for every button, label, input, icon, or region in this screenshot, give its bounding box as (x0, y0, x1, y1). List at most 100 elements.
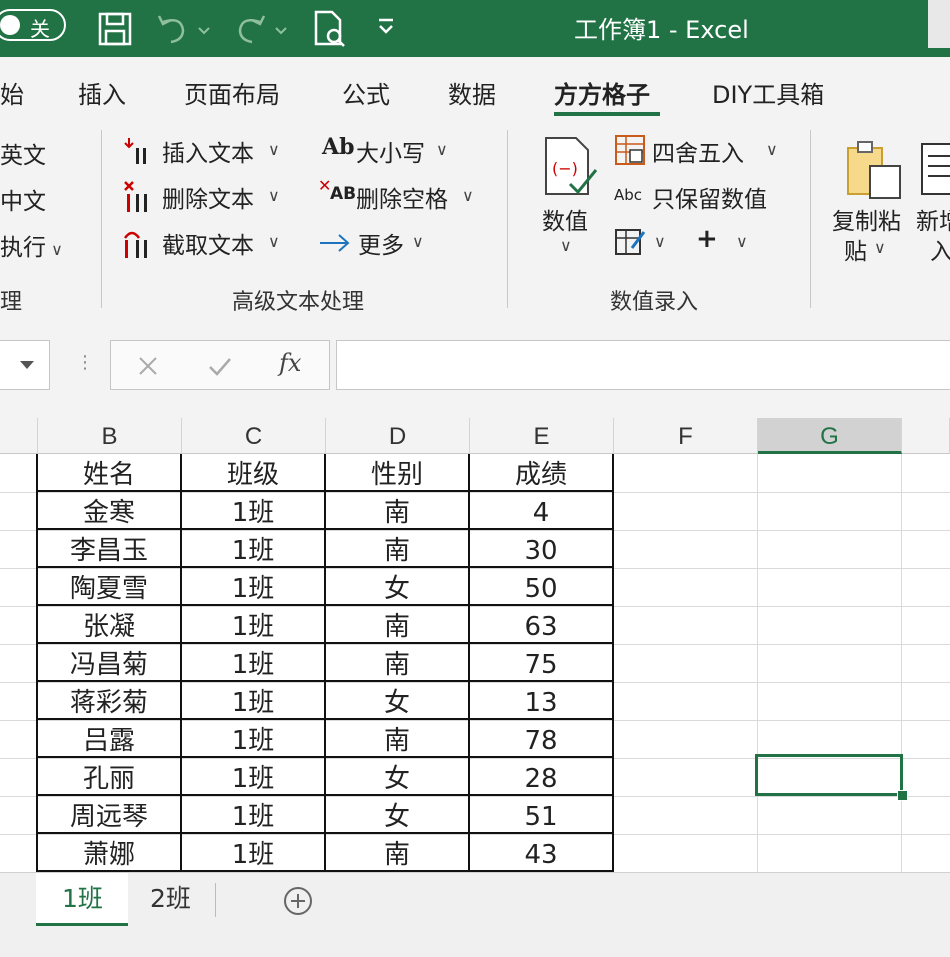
table-cell[interactable]: 南 (326, 644, 468, 682)
new-button[interactable]: 新增 入 (914, 136, 950, 286)
window-title: 工作簿1 - Excel (574, 16, 749, 44)
table-cell[interactable]: 金寒 (38, 492, 180, 530)
cancel-icon[interactable] (137, 355, 159, 377)
value-label: 数值 (542, 209, 588, 235)
table-cell[interactable]: 4 (470, 492, 612, 530)
chevron-down-icon: ∨ (736, 232, 748, 251)
table-cell[interactable]: 女 (326, 796, 468, 834)
group-divider (101, 130, 102, 308)
sheet-tab-1[interactable]: 1班 (36, 873, 128, 926)
tab-formulas[interactable]: 公式 (342, 75, 390, 110)
table-cell[interactable]: 63 (470, 606, 612, 644)
column-header-g[interactable]: G (758, 418, 902, 454)
formula-input[interactable] (336, 340, 950, 390)
value-button[interactable]: (−) 数值 ∨ (538, 134, 600, 274)
table-cell[interactable]: 冯昌菊 (38, 644, 180, 682)
table-header-cell[interactable]: 班级 (182, 454, 324, 492)
tab-page-layout[interactable]: 页面布局 (184, 75, 280, 110)
redo-icon[interactable] (232, 12, 292, 46)
document-icon (921, 143, 950, 195)
autosave-toggle[interactable]: 关 (0, 9, 66, 41)
table-cell[interactable]: 李昌玉 (38, 530, 180, 568)
table-cell[interactable]: 75 (470, 644, 612, 682)
account-area[interactable] (928, 0, 950, 48)
add-sheet-icon[interactable] (282, 885, 314, 917)
table-cell[interactable]: 13 (470, 682, 612, 720)
ribbon-body: 英文 中文 执行 ∨ 理 插入文本 ∨ 删除文本 ∨ 截取文本 ∨ Ab 大小写… (0, 120, 950, 319)
table-cell[interactable]: 女 (326, 758, 468, 796)
column-header-d[interactable]: D (326, 418, 470, 454)
table-cell[interactable]: 1班 (182, 796, 324, 834)
column-header-h[interactable] (902, 418, 950, 454)
tab-diy-toolbox[interactable]: DIY工具箱 (712, 75, 824, 110)
column-header-b[interactable]: B (38, 418, 182, 454)
table-cell[interactable]: 78 (470, 720, 612, 758)
table-cell[interactable]: 30 (470, 530, 612, 568)
insert-text-label: 插入文本 (162, 141, 254, 167)
svg-text:(−): (−) (552, 159, 578, 178)
table-cell[interactable]: 1班 (182, 530, 324, 568)
tab-home[interactable]: 始 (0, 75, 24, 110)
table-cell[interactable]: 萧娜 (38, 834, 180, 872)
table-cell[interactable]: 1班 (182, 682, 324, 720)
worksheet-grid[interactable]: B C D E F G 姓名 班级 性别 成绩 金寒 1班南 4 李昌玉 1班南 30 陶夏雪 1班女… (0, 418, 950, 872)
customize-toolbar-icon[interactable] (376, 16, 396, 38)
table-cell[interactable]: 陶夏雪 (38, 568, 180, 606)
table-cell[interactable]: 吕露 (38, 720, 180, 758)
column-header-c[interactable]: C (182, 418, 326, 454)
group-label-left: 理 (0, 290, 23, 315)
tab-insert[interactable]: 插入 (78, 75, 126, 110)
table-header-cell[interactable]: 姓名 (38, 454, 180, 492)
name-box[interactable] (0, 340, 50, 390)
table-cell[interactable]: 孔丽 (38, 758, 180, 796)
table-cell[interactable]: 南 (326, 720, 468, 758)
insert-function-icon[interactable]: fx (279, 349, 301, 377)
sheet-tab-2[interactable]: 2班 (128, 873, 216, 923)
table-cell[interactable]: 女 (326, 568, 468, 606)
table-cell[interactable]: 1班 (182, 568, 324, 606)
round-icon (615, 135, 645, 165)
table-cell[interactable]: 50 (470, 568, 612, 606)
undo-icon[interactable] (155, 12, 215, 46)
enter-check-icon[interactable] (207, 355, 233, 377)
table-cell[interactable]: 43 (470, 834, 612, 872)
table-cell[interactable]: 张凝 (38, 606, 180, 644)
edit-form-icon (615, 229, 646, 255)
fill-handle[interactable] (897, 790, 908, 801)
save-icon[interactable] (98, 12, 132, 46)
chevron-down-icon: ∨ (268, 232, 280, 251)
clipboard-icon (847, 141, 901, 199)
chevron-down-icon: ∨ (46, 240, 63, 259)
table-cell[interactable]: 女 (326, 682, 468, 720)
table-cell[interactable]: 南 (326, 834, 468, 872)
table-cell[interactable]: 1班 (182, 834, 324, 872)
convert-chinese-button[interactable]: 中文 (0, 182, 46, 216)
table-cell[interactable]: 1班 (182, 720, 324, 758)
tab-fangfanggezi[interactable]: 方方格子 (554, 75, 650, 110)
table-cell[interactable]: 南 (326, 492, 468, 530)
table-header-cell[interactable]: 性别 (326, 454, 468, 492)
convert-english-button[interactable]: 英文 (0, 136, 46, 170)
table-cell[interactable]: 1班 (182, 606, 324, 644)
table-cell[interactable]: 周远琴 (38, 796, 180, 834)
chevron-down-icon: ∨ (268, 140, 280, 159)
table-cell[interactable]: 1班 (182, 492, 324, 530)
table-cell[interactable]: 南 (326, 606, 468, 644)
chevron-down-icon: ∨ (412, 232, 424, 251)
table-cell[interactable]: 1班 (182, 644, 324, 682)
table-cell[interactable]: 南 (326, 530, 468, 568)
column-header-a[interactable] (0, 418, 38, 454)
table-cell[interactable]: 51 (470, 796, 612, 834)
column-header-f[interactable]: F (614, 418, 758, 454)
table-header-cell[interactable]: 成绩 (470, 454, 612, 492)
copy-paste-button[interactable]: 复制粘 贴 ∨ (830, 136, 906, 286)
table-cell[interactable]: 1班 (182, 758, 324, 796)
column-header-e[interactable]: E (470, 418, 614, 454)
execute-button[interactable]: 执行 ∨ (0, 228, 63, 262)
tab-data[interactable]: 数据 (448, 75, 496, 110)
formula-bar-grip-icon: ⋮ (76, 352, 94, 373)
table-cell[interactable]: 28 (470, 758, 612, 796)
active-cell-g9[interactable] (755, 754, 903, 796)
print-preview-icon[interactable] (312, 10, 348, 48)
table-cell[interactable]: 蒋彩菊 (38, 682, 180, 720)
